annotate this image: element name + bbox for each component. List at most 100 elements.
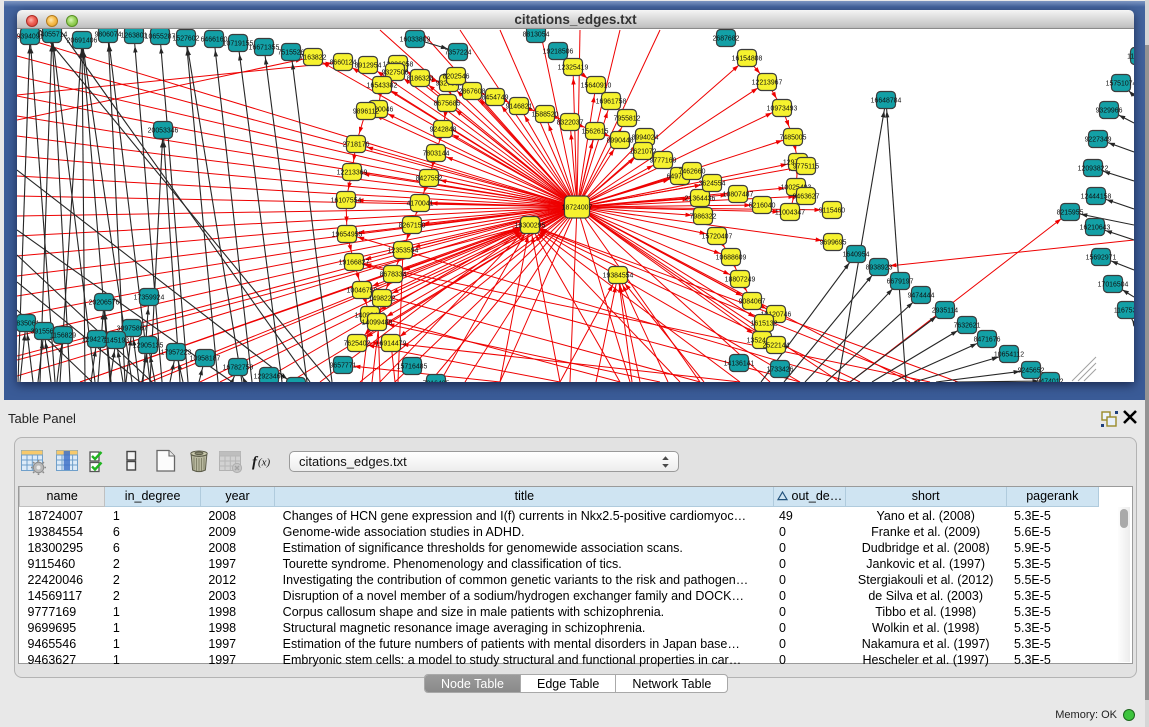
svg-text:1145193: 1145193 — [103, 337, 129, 344]
svg-text:8990448: 8990448 — [607, 137, 634, 144]
svg-text:7357224: 7357224 — [445, 49, 472, 56]
svg-text:4170041: 4170041 — [407, 200, 434, 207]
svg-text:9474444: 9474444 — [908, 292, 935, 299]
svg-text:(x): (x) — [258, 457, 271, 469]
svg-text:8186328: 8186328 — [407, 75, 434, 82]
svg-text:16107554: 16107554 — [331, 197, 362, 204]
svg-text:8994024: 8994024 — [632, 134, 659, 141]
svg-text:14055714: 14055714 — [37, 31, 68, 38]
svg-text:15751074: 15751074 — [1106, 80, 1134, 87]
svg-text:9474012: 9474012 — [1037, 378, 1064, 382]
svg-text:1112009: 1112009 — [1127, 53, 1134, 60]
svg-text:15640910: 15640910 — [581, 82, 612, 89]
svg-text:10958187: 10958187 — [190, 355, 221, 362]
svg-text:1498222: 1498222 — [369, 295, 396, 302]
svg-text:12353594: 12353594 — [388, 247, 419, 254]
svg-text:14136141: 14136141 — [724, 360, 755, 367]
svg-text:8471676: 8471676 — [974, 336, 1001, 343]
svg-text:2935114: 2935114 — [932, 307, 958, 314]
svg-text:1640954: 1640954 — [843, 251, 870, 258]
svg-text:8678334: 8678334 — [380, 271, 407, 278]
svg-text:2718176: 2718176 — [343, 141, 370, 148]
svg-text:1615132: 1615132 — [751, 320, 778, 327]
svg-text:9146821: 9146821 — [506, 103, 533, 110]
svg-text:9775115: 9775115 — [793, 163, 819, 170]
svg-text:7986322: 7986322 — [690, 213, 717, 220]
svg-text:19654955: 19654955 — [332, 231, 363, 238]
svg-text:17359924: 17359924 — [134, 294, 165, 301]
svg-text:7216485: 7216485 — [423, 380, 450, 382]
svg-text:9463627: 9463627 — [793, 193, 820, 200]
svg-text:16648784: 16648784 — [871, 97, 902, 104]
svg-text:8215955: 8215955 — [1057, 209, 1084, 216]
svg-text:10973493: 10973493 — [767, 105, 798, 112]
svg-text:8322037: 8322037 — [557, 119, 584, 126]
svg-text:8267150: 8267150 — [399, 222, 426, 229]
svg-text:18807249: 18807249 — [725, 276, 756, 283]
svg-text:12923466: 12923466 — [254, 373, 285, 380]
svg-text:8427552: 8427552 — [416, 175, 443, 182]
svg-text:19384554: 19384554 — [603, 272, 634, 279]
svg-text:12213967: 12213967 — [752, 79, 783, 86]
svg-text:10688609: 10688609 — [716, 254, 747, 261]
svg-text:7625402: 7625402 — [344, 340, 371, 347]
svg-text:21364436: 21364436 — [685, 195, 716, 202]
svg-text:9084067: 9084067 — [739, 298, 766, 305]
svg-text:9327508: 9327508 — [382, 69, 409, 76]
svg-text:2687682: 2687682 — [713, 35, 740, 42]
svg-text:8938923: 8938923 — [866, 264, 893, 271]
svg-text:1167533: 1167533 — [1114, 307, 1134, 314]
svg-text:9329966: 9329966 — [1096, 107, 1123, 114]
svg-text:8202546: 8202546 — [443, 73, 470, 80]
svg-text:16914479: 16914479 — [376, 340, 407, 347]
svg-text:9242848: 9242848 — [430, 126, 457, 133]
svg-text:18724007: 18724007 — [562, 204, 593, 211]
svg-text:12213369: 12213369 — [337, 169, 368, 176]
svg-text:15720407: 15720407 — [702, 233, 733, 240]
svg-text:10654112: 10654112 — [994, 351, 1024, 358]
svg-text:1733426: 1733426 — [767, 366, 794, 373]
svg-text:7485005: 7485005 — [780, 134, 807, 141]
svg-text:17957223: 17957223 — [161, 349, 192, 356]
svg-text:19218506: 19218506 — [543, 48, 574, 55]
svg-text:10807487: 10807487 — [723, 191, 754, 198]
svg-text:2522144: 2522144 — [763, 342, 790, 349]
svg-text:7462660: 7462660 — [679, 168, 706, 175]
svg-text:1527602: 1527602 — [173, 35, 200, 42]
svg-text:7955812: 7955812 — [614, 115, 641, 122]
svg-text:9657771: 9657771 — [330, 362, 357, 369]
svg-text:20691406: 20691406 — [67, 37, 98, 44]
svg-text:8912954: 8912954 — [355, 62, 382, 69]
svg-text:20053346: 20053346 — [148, 127, 179, 134]
svg-text:10655287: 10655287 — [145, 33, 176, 40]
svg-text:9896112: 9896112 — [353, 108, 379, 115]
svg-text:8454749: 8454749 — [482, 94, 509, 101]
svg-text:16210643: 16210643 — [1080, 224, 1111, 231]
svg-text:16782759: 16782759 — [223, 364, 254, 371]
svg-text:15716485: 15716485 — [397, 363, 428, 370]
svg-text:8660124: 8660124 — [330, 59, 357, 66]
svg-text:9806074: 9806074 — [95, 31, 122, 38]
svg-text:6216040: 6216040 — [749, 202, 776, 209]
svg-text:20206576: 20206576 — [89, 299, 120, 306]
svg-text:18300295: 18300295 — [515, 222, 546, 229]
svg-text:15692971: 15692971 — [1086, 254, 1117, 261]
svg-text:9245652: 9245652 — [1018, 367, 1045, 374]
svg-text:1588520: 1588520 — [532, 111, 559, 118]
svg-text:14099488: 14099488 — [362, 319, 393, 326]
svg-text:6679197: 6679197 — [887, 278, 914, 285]
svg-text:16154808: 16154808 — [732, 55, 763, 62]
svg-text:1263801: 1263801 — [121, 32, 148, 39]
svg-text:19166827: 19166827 — [339, 259, 370, 266]
svg-text:1562615: 1562615 — [582, 128, 609, 135]
svg-text:3624554: 3624554 — [699, 180, 726, 187]
svg-text:9699695: 9699695 — [820, 239, 847, 246]
svg-text:9227349: 9227349 — [1085, 136, 1112, 143]
svg-text:16543382: 16543382 — [367, 82, 398, 89]
svg-text:7632621: 7632621 — [954, 322, 981, 329]
svg-text:8813054: 8813054 — [523, 31, 550, 38]
svg-text:9115460: 9115460 — [819, 207, 845, 214]
svg-text:7163822: 7163822 — [300, 54, 327, 61]
svg-text:16033809: 16033809 — [400, 36, 431, 43]
svg-text:16961758: 16961758 — [596, 98, 627, 105]
